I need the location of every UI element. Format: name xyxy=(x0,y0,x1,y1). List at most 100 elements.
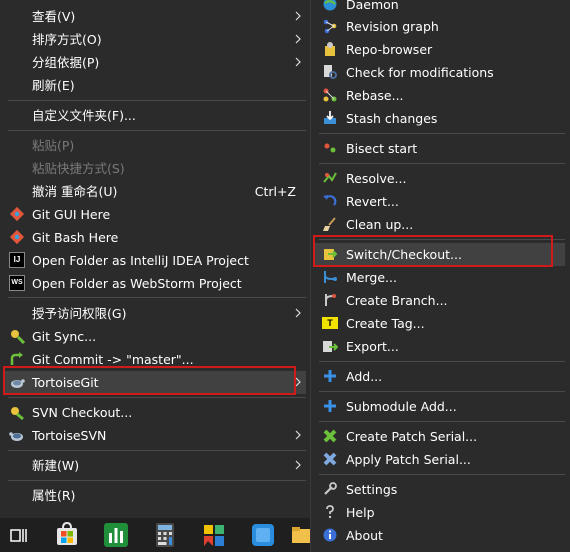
menu-item-customize-folder[interactable]: 自定义文件夹(F)... xyxy=(4,104,306,127)
menu-item-label: Revision graph xyxy=(346,19,439,34)
svn-checkout-icon xyxy=(11,407,24,420)
menu-item-new[interactable]: 新建(W) xyxy=(4,454,306,477)
menu-item-export[interactable]: Export... xyxy=(315,335,565,358)
daemon-globe-icon xyxy=(323,0,337,11)
menu-item-revision-graph[interactable]: Revision graph xyxy=(315,15,565,38)
menu-item-paste-shortcut[interactable]: 粘贴快捷方式(S) xyxy=(4,157,306,180)
create-patch-icon xyxy=(323,429,337,443)
menu-separator xyxy=(319,474,565,475)
intellij-icon: IJ xyxy=(9,252,25,268)
menu-item-label: SVN Checkout... xyxy=(32,405,133,420)
task-view-icon[interactable] xyxy=(3,520,33,550)
about-info-icon xyxy=(323,528,337,542)
sticky-notes-icon[interactable] xyxy=(199,520,229,550)
branch-icon xyxy=(325,294,336,306)
menu-item-svn-checkout[interactable]: SVN Checkout... xyxy=(4,401,306,424)
revision-graph-icon xyxy=(323,19,337,34)
menu-item-bisect-start[interactable]: Bisect start xyxy=(315,137,565,160)
menu-item-apply-patch-serial[interactable]: Apply Patch Serial... xyxy=(315,448,565,471)
shortcut-text: Ctrl+Z xyxy=(254,184,296,199)
menu-item-git-sync[interactable]: Git Sync... xyxy=(4,325,306,348)
menu-item-add[interactable]: Add... xyxy=(315,365,565,388)
menu-separator xyxy=(319,391,565,392)
file-explorer-icon[interactable] xyxy=(288,520,310,550)
menu-item-check-modifications[interactable]: Check for modifications xyxy=(315,61,565,84)
menu-item-tortoisesvn[interactable]: TortoiseSVN xyxy=(4,424,306,447)
chevron-right-icon xyxy=(295,57,301,67)
menu-item-create-patch-serial[interactable]: Create Patch Serial... xyxy=(315,425,565,448)
menu-separator xyxy=(319,163,565,164)
menu-separator xyxy=(8,480,306,481)
menu-item-submodule-add[interactable]: Submodule Add... xyxy=(315,395,565,418)
menu-separator xyxy=(319,133,565,134)
settings-wrench-icon xyxy=(324,482,337,495)
menu-item-open-intellij[interactable]: IJ Open Folder as IntelliJ IDEA Project xyxy=(4,249,306,272)
plus-icon xyxy=(324,400,336,412)
chevron-right-icon xyxy=(295,308,301,318)
menu-item-label: 撤消 重命名(U) xyxy=(32,184,118,199)
menu-item-paste[interactable]: 粘贴(P) xyxy=(4,134,306,157)
git-commit-icon xyxy=(10,352,23,365)
menu-item-label: 授予访问权限(G) xyxy=(32,306,127,321)
menu-separator xyxy=(8,450,306,451)
menu-item-label: Create Tag... xyxy=(346,316,425,331)
webstorm-icon: WS xyxy=(9,275,25,291)
menu-item-label: Submodule Add... xyxy=(346,399,457,414)
menu-item-git-gui[interactable]: Git GUI Here xyxy=(4,203,306,226)
menu-item-properties[interactable]: 属性(R) xyxy=(4,484,306,507)
menu-item-label: Apply Patch Serial... xyxy=(346,452,471,467)
menu-separator xyxy=(8,297,306,298)
menu-item-label: TortoiseSVN xyxy=(32,428,107,443)
microsoft-store-icon[interactable] xyxy=(52,520,82,550)
chevron-right-icon xyxy=(295,11,301,21)
menu-item-clean-up[interactable]: Clean up... xyxy=(315,213,565,236)
stash-icon xyxy=(324,111,336,124)
menu-item-refresh[interactable]: 刷新(E) xyxy=(4,74,306,97)
menu-item-about[interactable]: About xyxy=(315,524,565,547)
menu-item-label: Clean up... xyxy=(346,217,414,232)
menu-item-group[interactable]: 分组依据(P) xyxy=(4,51,306,74)
menu-item-label: Git Bash Here xyxy=(32,230,119,245)
calculator-icon[interactable] xyxy=(150,520,180,550)
menu-item-label: Daemon xyxy=(346,0,399,12)
menu-item-label: 刷新(E) xyxy=(32,78,75,93)
menu-item-git-bash[interactable]: Git Bash Here xyxy=(4,226,306,249)
menu-item-view[interactable]: 查看(V) xyxy=(4,5,306,28)
chevron-right-icon xyxy=(295,430,301,440)
menu-item-undo-rename[interactable]: 撤消 重命名(U) Ctrl+Z xyxy=(4,180,306,203)
menu-item-label: 排序方式(O) xyxy=(32,32,102,47)
apply-patch-icon xyxy=(323,452,337,466)
menu-item-label: Settings xyxy=(346,482,398,497)
menu-item-rebase[interactable]: Rebase... xyxy=(315,84,565,107)
menu-item-create-tag[interactable]: T Create Tag... xyxy=(315,312,565,335)
repo-browser-icon xyxy=(325,42,335,56)
taskbar xyxy=(0,518,310,552)
menu-item-label: Git Sync... xyxy=(32,329,97,344)
menu-item-label: 自定义文件夹(F)... xyxy=(32,108,136,123)
menu-item-create-branch[interactable]: Create Branch... xyxy=(315,289,565,312)
menu-item-sort[interactable]: 排序方式(O) xyxy=(4,28,306,51)
menu-item-merge[interactable]: Merge... xyxy=(315,266,565,289)
menu-item-label: 粘贴快捷方式(S) xyxy=(32,161,125,176)
menu-item-label: Help xyxy=(346,505,375,520)
menu-item-resolve[interactable]: Resolve... xyxy=(315,167,565,190)
menu-item-revert[interactable]: Revert... xyxy=(315,190,565,213)
menu-item-open-webstorm[interactable]: WS Open Folder as WebStorm Project xyxy=(4,272,306,295)
menu-item-help[interactable]: Help xyxy=(315,501,565,524)
menu-item-grant-access[interactable]: 授予访问权限(G) xyxy=(4,302,306,325)
blue-app-icon[interactable] xyxy=(248,520,278,550)
menu-item-stash-changes[interactable]: Stash changes xyxy=(315,107,565,130)
menu-separator xyxy=(8,130,306,131)
menu-item-label: Open Folder as WebStorm Project xyxy=(32,276,242,291)
annotation-highlight-box xyxy=(313,235,553,267)
menu-item-repo-browser[interactable]: Repo-browser xyxy=(315,38,565,61)
menu-item-label: 粘贴(P) xyxy=(32,138,75,153)
spreadsheet-app-icon[interactable] xyxy=(101,520,131,550)
menu-item-label: Open Folder as IntelliJ IDEA Project xyxy=(32,253,249,268)
menu-item-label: Export... xyxy=(346,339,399,354)
rebase-icon xyxy=(323,88,337,102)
menu-item-label: About xyxy=(346,528,383,543)
chevron-right-icon xyxy=(295,34,301,44)
menu-item-settings[interactable]: Settings xyxy=(315,478,565,501)
menu-item-daemon[interactable]: Daemon xyxy=(315,0,565,16)
